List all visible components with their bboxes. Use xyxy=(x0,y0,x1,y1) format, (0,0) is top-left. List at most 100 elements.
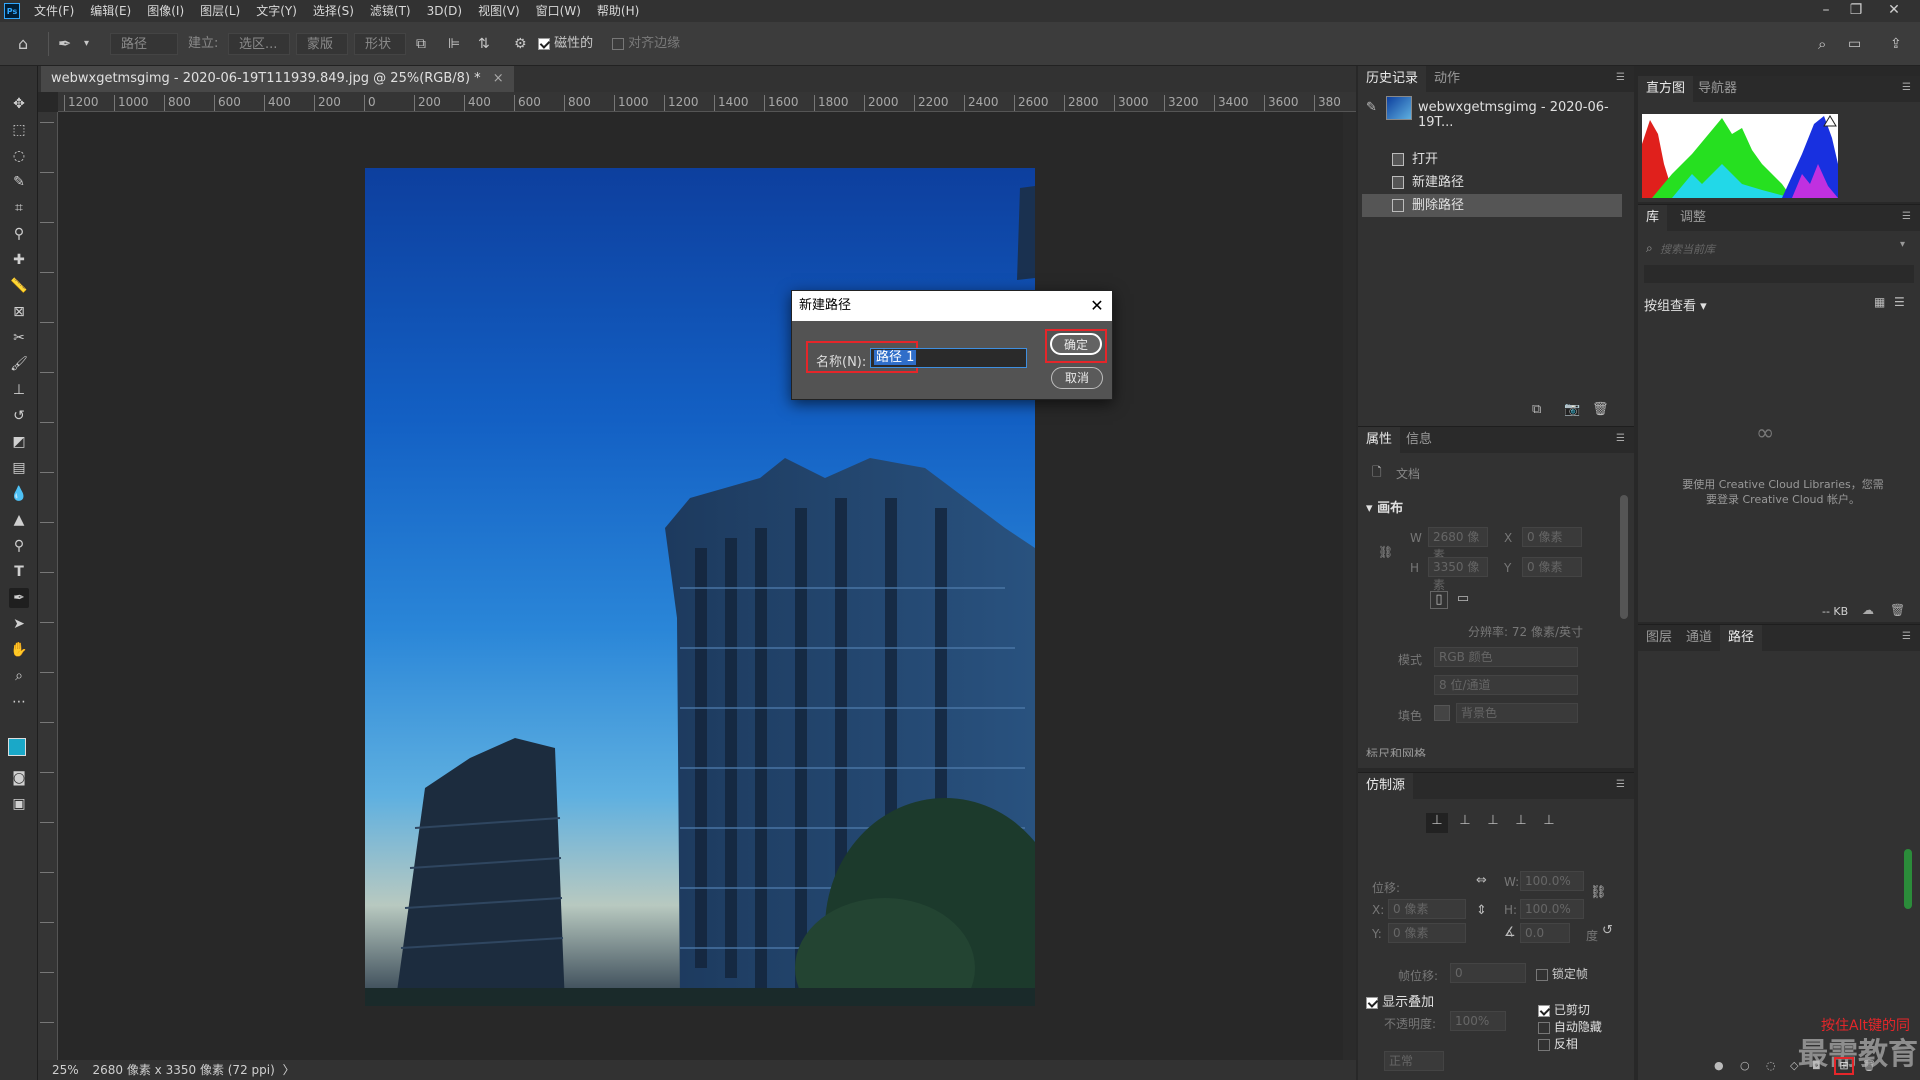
menu-3d[interactable]: 3D(D) xyxy=(419,0,470,22)
clone-width-field[interactable]: 100.0% xyxy=(1520,871,1584,891)
zoom-level[interactable]: 25% xyxy=(52,1063,79,1077)
more-tools-icon[interactable]: ⋯ xyxy=(9,692,29,712)
properties-scrollbar[interactable] xyxy=(1620,495,1628,619)
menu-type[interactable]: 文字(Y) xyxy=(248,0,305,22)
tab-histogram[interactable]: 直方图 xyxy=(1638,76,1694,102)
zoom-tool-icon[interactable]: ⌕ xyxy=(9,666,29,686)
frame-offset-field[interactable]: 0 xyxy=(1450,963,1526,983)
width-field[interactable]: 2680 像素 xyxy=(1428,527,1488,562)
tab-history[interactable]: 历史记录 xyxy=(1358,66,1427,92)
clone-height-field[interactable]: 100.0% xyxy=(1520,899,1584,919)
invert-option[interactable]: 反相 xyxy=(1538,1035,1578,1052)
align-edges-checkbox[interactable] xyxy=(612,37,624,50)
close-tab-icon[interactable]: × xyxy=(493,71,504,86)
lock-frame-checkbox[interactable] xyxy=(1536,968,1548,981)
path-name-input[interactable]: 路径 1 xyxy=(870,348,1027,368)
clone-source-2-icon[interactable]: ⊥ xyxy=(1454,813,1476,829)
hand-tool-icon[interactable]: ✋ xyxy=(9,640,29,660)
portrait-orientation-icon[interactable]: ▯ xyxy=(1430,591,1448,609)
panel-menu-icon[interactable]: ☰ xyxy=(1616,779,1628,791)
history-item[interactable]: 打开 xyxy=(1362,148,1622,171)
align-edges-option[interactable]: 对齐边缘 xyxy=(612,34,680,54)
paths-scrollbar[interactable] xyxy=(1904,849,1912,909)
link-icon[interactable]: ⛓ xyxy=(1378,545,1393,559)
tab-navigator[interactable]: 导航器 xyxy=(1690,76,1745,102)
document-info[interactable]: 2680 像素 x 3350 像素 (72 ppi) xyxy=(93,1063,275,1077)
make-mask-button[interactable]: 蒙版 xyxy=(296,33,348,55)
lasso-tool-icon[interactable]: ◌ xyxy=(9,146,29,166)
history-item[interactable]: 新建路径 xyxy=(1362,171,1622,194)
fill-select[interactable]: 背景色 xyxy=(1456,703,1578,723)
vertical-scrollbar[interactable] xyxy=(1343,112,1356,1060)
create-new-path-icon[interactable]: ⊞ xyxy=(1834,1057,1854,1075)
height-field[interactable]: 3350 像素 xyxy=(1428,557,1488,592)
sharpen-tool-icon[interactable]: ▲ xyxy=(9,510,29,530)
auto-hide-option[interactable]: 自动隐藏 xyxy=(1538,1018,1602,1035)
menu-file[interactable]: 文件(F) xyxy=(26,0,82,22)
eyedropper-tool-icon[interactable]: ⚲ xyxy=(9,224,29,244)
tab-library[interactable]: 库 xyxy=(1638,205,1668,231)
rulers-grid-section[interactable]: 标尺和网格 xyxy=(1366,745,1426,757)
history-item-selected[interactable]: 删除路径 xyxy=(1362,194,1622,217)
home-icon[interactable]: ⌂ xyxy=(18,34,28,54)
menu-image[interactable]: 图像(I) xyxy=(139,0,192,22)
tab-adjustments[interactable]: 调整 xyxy=(1672,205,1714,231)
clone-angle-field[interactable]: 0.0 xyxy=(1520,923,1570,943)
tab-channels[interactable]: 通道 xyxy=(1678,625,1720,651)
show-overlay-option[interactable]: 显示叠加 xyxy=(1366,991,1434,1010)
lock-frame-option[interactable]: 锁定帧 xyxy=(1536,965,1588,982)
auto-hide-checkbox[interactable] xyxy=(1538,1021,1550,1034)
tab-layers[interactable]: 图层 xyxy=(1638,625,1680,651)
load-selection-icon[interactable]: ◌ xyxy=(1766,1059,1776,1072)
quick-select-tool-icon[interactable]: ✎ xyxy=(9,172,29,192)
ok-button[interactable]: 确定 xyxy=(1050,333,1102,355)
x-field[interactable]: 0 像素 xyxy=(1522,527,1582,547)
menu-filter[interactable]: 滤镜(T) xyxy=(362,0,419,22)
tab-properties[interactable]: 属性 xyxy=(1358,427,1401,453)
panel-menu-icon[interactable]: ☰ xyxy=(1902,82,1914,94)
foreground-color-swatch[interactable] xyxy=(8,738,26,756)
grid-view-icon[interactable]: ▦ xyxy=(1874,295,1885,309)
clone-source-5-icon[interactable]: ⊥ xyxy=(1538,813,1560,829)
trash-icon[interactable]: 🗑 xyxy=(1862,1059,1876,1072)
dialog-close-icon[interactable]: ✕ xyxy=(1088,297,1106,315)
type-tool-icon[interactable]: T xyxy=(9,562,29,582)
color-mode-select[interactable]: RGB 颜色 xyxy=(1434,647,1578,667)
history-brush-source-icon[interactable]: ✎ xyxy=(1366,100,1377,115)
clone-x-field[interactable]: 0 像素 xyxy=(1388,899,1466,919)
gradient-tool-icon[interactable]: ▤ xyxy=(9,458,29,478)
content-aware-move-icon[interactable]: ✂ xyxy=(9,328,29,348)
opacity-field[interactable]: 100% xyxy=(1450,1011,1506,1031)
menu-layer[interactable]: 图层(L) xyxy=(192,0,248,22)
tab-paths[interactable]: 路径 xyxy=(1720,625,1763,651)
cloud-icon[interactable]: ☁ xyxy=(1862,603,1874,617)
path-select-tool-icon[interactable]: ➤ xyxy=(9,614,29,634)
make-shape-button[interactable]: 形状 xyxy=(354,33,406,55)
camera-icon[interactable]: 📷 xyxy=(1564,402,1580,418)
crop-tool-icon[interactable]: ⌗ xyxy=(9,198,29,218)
bit-depth-select[interactable]: 8 位/通道 xyxy=(1434,675,1578,695)
path-arrangement-icon[interactable]: ⇅ xyxy=(478,34,490,54)
search-icon[interactable]: ⌕ xyxy=(1818,34,1826,54)
clipped-option[interactable]: 已剪切 xyxy=(1538,1001,1590,1018)
add-mask-icon[interactable]: ◘ xyxy=(1812,1059,1821,1072)
y-field[interactable]: 0 像素 xyxy=(1522,557,1582,577)
flip-vertical-icon[interactable]: ⇕ xyxy=(1476,903,1487,919)
tab-actions[interactable]: 动作 xyxy=(1426,66,1468,92)
list-view-icon[interactable]: ☰ xyxy=(1894,295,1905,309)
snapshot-name[interactable]: webwxgetmsgimg - 2020-06-19T... xyxy=(1418,100,1634,130)
panel-menu-icon[interactable]: ☰ xyxy=(1902,631,1914,643)
share-icon[interactable]: ⇪ xyxy=(1890,34,1902,54)
path-operations-icon[interactable]: ⧉ xyxy=(416,34,426,54)
clone-stamp-tool-icon[interactable]: ⊥ xyxy=(9,380,29,400)
ruler-tool-icon[interactable]: 📏 xyxy=(9,276,29,296)
trash-icon[interactable]: 🗑 xyxy=(1592,402,1609,418)
reset-transform-icon[interactable]: ↺ xyxy=(1602,923,1613,939)
magnetic-option[interactable]: 磁性的 xyxy=(538,34,593,54)
blend-mode-select[interactable]: 正常 xyxy=(1384,1051,1444,1071)
tab-info[interactable]: 信息 xyxy=(1398,427,1440,453)
show-overlay-checkbox[interactable] xyxy=(1366,996,1378,1009)
library-select[interactable] xyxy=(1644,265,1914,283)
quick-mask-icon[interactable]: ◙ xyxy=(9,768,29,788)
clone-y-field[interactable]: 0 像素 xyxy=(1388,923,1466,943)
